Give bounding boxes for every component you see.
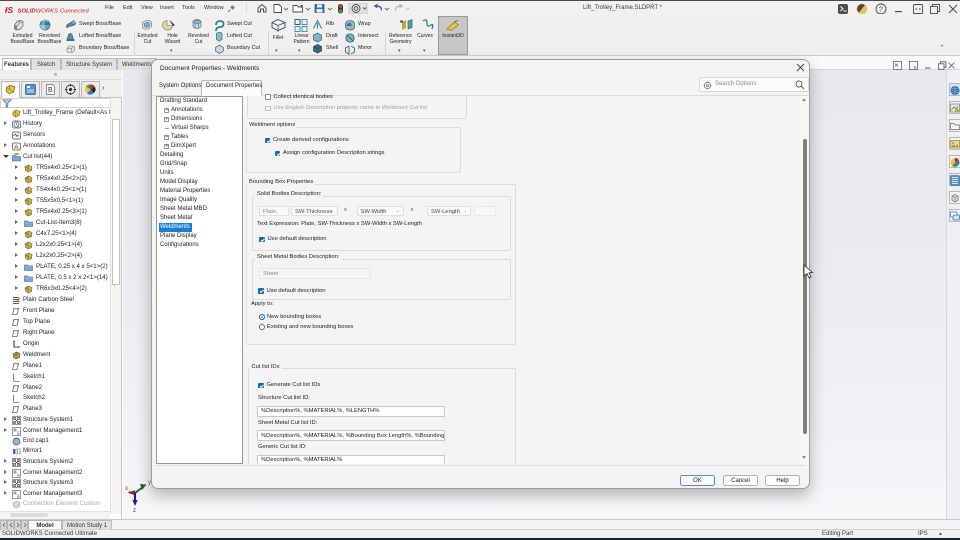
svg-text:B: B (48, 87, 53, 94)
svg-text:z: z (133, 508, 136, 514)
svg-text:?: ? (879, 4, 883, 13)
svg-text:A: A (14, 144, 19, 151)
svg-text:x: x (125, 486, 128, 492)
svg-text:ab: ab (347, 22, 353, 27)
